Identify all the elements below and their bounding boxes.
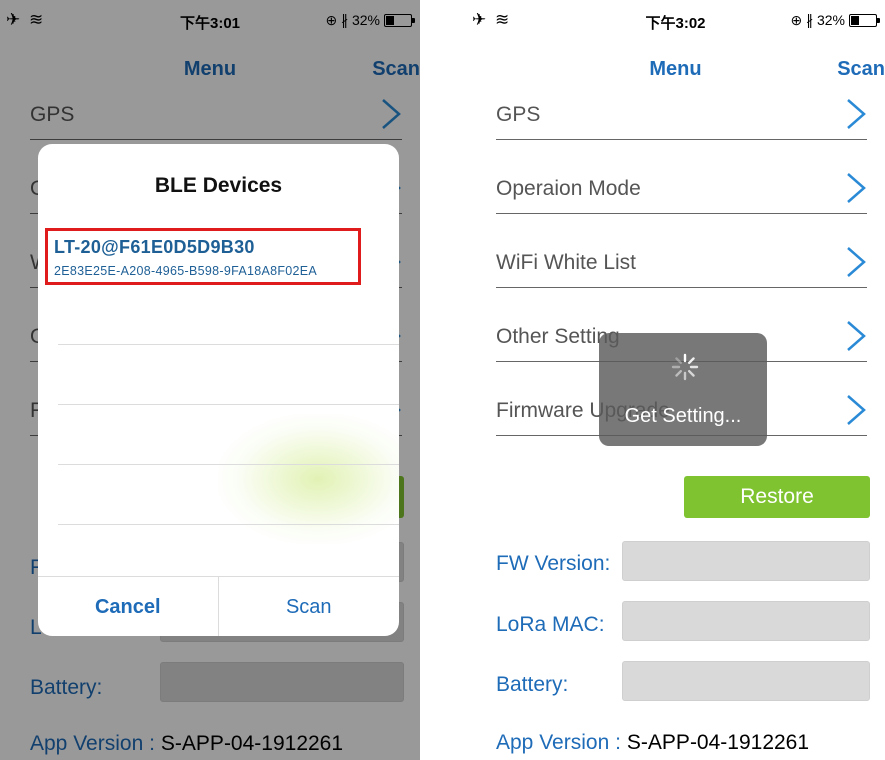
dialog-actions: Cancel Scan [38, 576, 399, 636]
menu-item-operaion-mode[interactable]: Operaion Mode [496, 144, 867, 214]
battery-field [622, 661, 870, 701]
status-bar: ✈ ≋ 下午3:02 ⊕ ∦ 32% [466, 0, 885, 40]
phone-screen-right: ✈ ≋ 下午3:02 ⊕ ∦ 32% Menu Scan GPS Operaio… [466, 0, 885, 760]
cancel-button[interactable]: Cancel [38, 577, 219, 636]
status-right: ⊕ ∦ 32% [790, 12, 880, 29]
fw-version-label: FW Version: [496, 552, 611, 575]
menu-item-gps[interactable]: GPS [496, 70, 867, 140]
chevron-right-icon [847, 173, 866, 203]
loading-hud: Get Setting... [599, 333, 767, 446]
restore-button[interactable]: Restore [684, 476, 870, 518]
chevron-right-icon [847, 99, 866, 129]
list-separator [58, 464, 399, 465]
chevron-right-icon [847, 321, 866, 351]
menu-item-label: Operaion Mode [496, 177, 641, 200]
ble-device-item[interactable]: LT-20@F61E0D5D9B30 2E83E25E-A208-4965-B5… [45, 228, 361, 285]
dialog-title: BLE Devices [154, 174, 283, 197]
app-version: App Version : S-APP-04-1912261 [496, 731, 809, 755]
spinner-icon [671, 353, 699, 381]
battery-label: Battery: [496, 673, 569, 696]
status-icons: ⊕ ∦ 32% [790, 12, 845, 28]
menu-item-label: WiFi White List [496, 251, 637, 274]
menu-item-wifi-white-list[interactable]: WiFi White List [496, 218, 867, 288]
lora-mac-label: LoRa MAC: [496, 613, 605, 636]
chevron-right-icon [847, 395, 866, 425]
app-version-value: S-APP-04-1912261 [626, 731, 810, 754]
list-separator [58, 524, 399, 525]
ble-devices-dialog: BLE Devices LT-20@F61E0D5D9B30 2E83E25E-… [38, 144, 399, 636]
lora-mac-field [622, 601, 870, 641]
list-separator [58, 344, 399, 345]
device-name: LT-20@F61E0D5D9B30 [54, 237, 255, 257]
scan-button[interactable]: Scan [219, 577, 400, 636]
menu-item-label: GPS [496, 103, 541, 126]
list-separator [58, 404, 399, 405]
hud-text: Get Setting... [624, 405, 742, 427]
app-version-label: App Version : [496, 731, 621, 754]
fw-version-field [622, 541, 870, 581]
battery-icon [849, 14, 880, 27]
phone-screen-left: ✈ ≋ 下午3:01 ⊕ ∦ 32% Menu Scan GPS Operaio… [0, 0, 420, 760]
chevron-right-icon [847, 247, 866, 277]
device-uuid: 2E83E25E-A208-4965-B598-9FA18A8F02EA [54, 264, 318, 278]
